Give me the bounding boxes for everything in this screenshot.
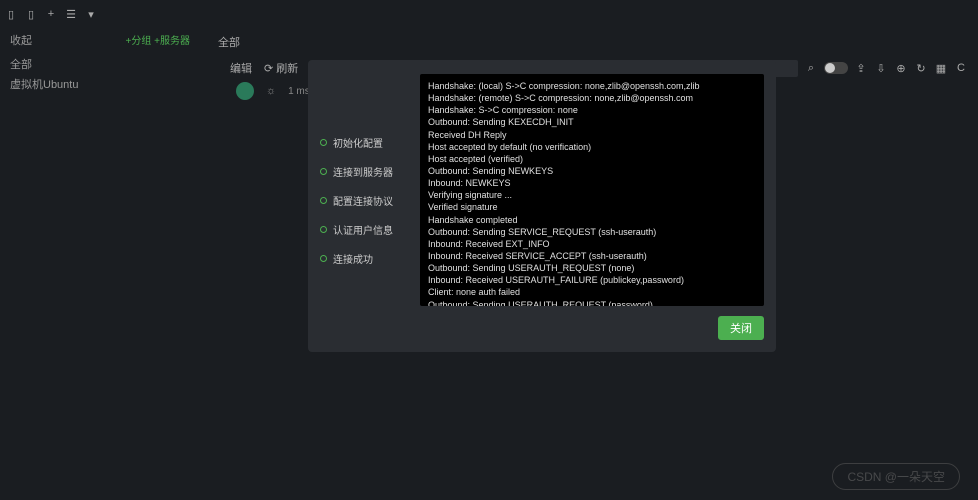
export-icon[interactable]: ⇪ [854, 61, 868, 75]
sidebar: 收起 +分组 +服务器 全部 虚拟机Ubuntu [0, 28, 200, 92]
titlebar: ▯ ▯ + ☰ ▾ [0, 0, 978, 28]
settings-icon[interactable]: ⊕ [894, 61, 908, 75]
step-label: 配置连接协议 [333, 193, 393, 208]
connection-modal: 初始化配置 连接到服务器 配置连接协议 认证用户信息 连接成功 Handshak… [308, 60, 776, 352]
log-line: Handshake completed [428, 214, 756, 226]
step-dot-icon [320, 226, 327, 233]
add-server-button[interactable]: +服务器 [154, 36, 190, 47]
close-button[interactable]: 关闭 [718, 316, 764, 340]
view-toggle[interactable] [824, 62, 848, 74]
log-line: Inbound: Received EXT_INFO [428, 238, 756, 250]
reload-icon[interactable]: C [954, 61, 968, 75]
avatar [236, 82, 254, 100]
file-icon[interactable]: ▯ [24, 7, 38, 21]
step-connect: 连接到服务器 [320, 159, 410, 184]
import-icon[interactable]: ⇩ [874, 61, 888, 75]
step-dot-icon [320, 139, 327, 146]
search-icon[interactable]: ⌕ [804, 61, 818, 75]
sync-icon[interactable]: ↻ [914, 61, 928, 75]
step-auth: 认证用户信息 [320, 217, 410, 242]
step-dot-icon [320, 168, 327, 175]
dropdown-icon[interactable]: ▾ [84, 7, 98, 21]
step-dot-icon [320, 197, 327, 204]
log-line: Outbound: Sending SERVICE_REQUEST (ssh-u… [428, 226, 756, 238]
step-success: 连接成功 [320, 246, 410, 271]
sidebar-actions: +分组 +服务器 [126, 32, 190, 48]
edit-button[interactable]: 编辑 [230, 60, 252, 76]
watermark: CSDN @一朵天空 [832, 463, 960, 490]
step-label: 初始化配置 [333, 135, 383, 150]
log-line: Inbound: Received SERVICE_ACCEPT (ssh-us… [428, 250, 756, 262]
log-line: Outbound: Sending NEWKEYS [428, 165, 756, 177]
step-dot-icon [320, 255, 327, 262]
server-row[interactable]: ☼ 1 ms [236, 82, 310, 100]
log-line: Handshake: (local) S->C compression: non… [428, 80, 756, 92]
refresh-button[interactable]: ⟳ 刷新 [264, 60, 298, 76]
log-line: Host accepted by default (no verificatio… [428, 141, 756, 153]
log-line: Client: none auth failed [428, 286, 756, 298]
log-output: Handshake: (local) S->C compression: non… [420, 74, 764, 306]
log-line: Received DH Reply [428, 129, 756, 141]
log-line: Handshake: S->C compression: none [428, 104, 756, 116]
sidebar-collapse-row: 收起 +分组 +服务器 [0, 28, 200, 52]
log-line: Outbound: Sending USERAUTH_REQUEST (pass… [428, 299, 756, 306]
log-line: Verifying signature ... [428, 189, 756, 201]
step-list: 初始化配置 连接到服务器 配置连接协议 认证用户信息 连接成功 [320, 74, 410, 306]
step-protocol: 配置连接协议 [320, 188, 410, 213]
list-icon[interactable]: ☰ [64, 7, 78, 21]
step-init: 初始化配置 [320, 130, 410, 155]
step-label: 认证用户信息 [333, 222, 393, 237]
add-icon[interactable]: + [44, 7, 58, 21]
latency-value: 1 ms [288, 86, 310, 97]
step-label: 连接成功 [333, 251, 373, 266]
sidebar-item-all[interactable]: 全部 [0, 52, 200, 76]
sidebar-all-label: 全部 [10, 56, 32, 72]
refresh-icon: ⟳ [264, 63, 273, 75]
collapse-label[interactable]: 收起 [10, 32, 32, 48]
menu-icon[interactable]: ▯ [4, 7, 18, 21]
tab-all[interactable]: 全部 [210, 28, 248, 56]
step-label: 连接到服务器 [333, 164, 393, 179]
sidebar-item-vm[interactable]: 虚拟机Ubuntu [0, 76, 200, 92]
grid-icon[interactable]: ▦ [934, 61, 948, 75]
log-line: Inbound: Received USERAUTH_FAILURE (publ… [428, 274, 756, 286]
log-line: Verified signature [428, 201, 756, 213]
log-line: Outbound: Sending KEXECDH_INIT [428, 116, 756, 128]
log-line: Outbound: Sending USERAUTH_REQUEST (none… [428, 262, 756, 274]
latency-icon: ☼ [266, 85, 276, 97]
refresh-label: 刷新 [276, 63, 298, 75]
add-group-button[interactable]: +分组 [126, 36, 152, 47]
log-line: Inbound: NEWKEYS [428, 177, 756, 189]
log-line: Handshake: (remote) S->C compression: no… [428, 92, 756, 104]
sidebar-vm-label: 虚拟机Ubuntu [10, 79, 78, 91]
log-line: Host accepted (verified) [428, 153, 756, 165]
